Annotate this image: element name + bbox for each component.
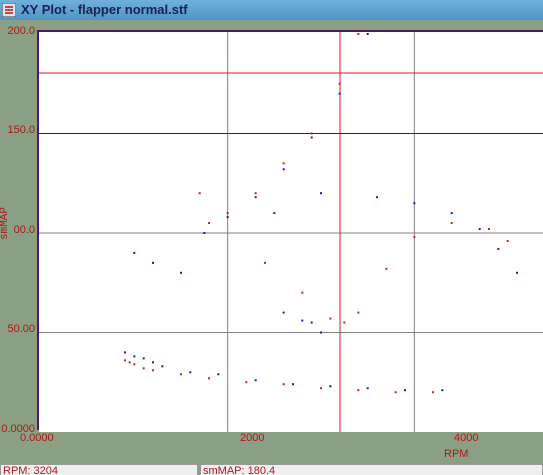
x-tick-label: 0.0000	[20, 432, 54, 444]
data-point-red	[128, 361, 131, 364]
data-point-red	[180, 373, 182, 376]
data-point-blue	[152, 261, 154, 264]
data-point-blue	[310, 321, 313, 324]
data-point-red	[245, 381, 248, 384]
data-point-blue	[254, 196, 257, 199]
data-point-blue	[497, 247, 500, 250]
data-point-blue	[320, 192, 322, 195]
data-point-red	[385, 267, 388, 270]
x-tick-label: 4000	[454, 432, 479, 444]
data-point-blue	[254, 379, 257, 382]
data-point-blue	[217, 373, 220, 376]
title-bar[interactable]: XY Plot - flapper normal.stf	[0, 0, 543, 20]
data-point-red	[488, 228, 490, 231]
x-axis-label: RPM	[444, 448, 469, 460]
data-point-red	[301, 291, 304, 294]
data-point-red	[394, 391, 397, 394]
plot-background	[39, 32, 543, 432]
y-axis-label: smMAP	[0, 206, 11, 240]
data-point-red	[506, 239, 509, 242]
data-point-blue	[366, 33, 369, 35]
status-bar: RPM: 3204 smMAP: 180.4	[0, 464, 543, 475]
data-point-red	[338, 82, 341, 85]
data-point-red	[320, 387, 322, 390]
data-point-blue	[320, 331, 322, 334]
data-point-blue	[282, 168, 285, 171]
data-point-blue	[338, 92, 341, 95]
data-point-red	[413, 235, 416, 238]
data-point-red	[357, 389, 360, 392]
status-smmap: smMAP: 180.4	[200, 464, 543, 475]
y-tick-label: 00.0	[13, 224, 35, 236]
data-point-red	[343, 321, 346, 324]
data-point-blue	[203, 232, 206, 234]
status-rpm: RPM: 3204	[0, 464, 198, 475]
data-point-blue	[180, 271, 182, 274]
data-point-blue	[366, 387, 369, 390]
y-tick-label: 50.00	[7, 323, 35, 335]
data-point-blue	[161, 365, 164, 368]
data-point-blue	[413, 202, 416, 205]
data-point-blue	[273, 212, 276, 215]
data-point-red	[310, 132, 313, 135]
data-point-blue	[450, 212, 453, 215]
y-tick-label: 150.0	[7, 124, 35, 136]
data-point-blue	[133, 355, 136, 358]
data-point-blue	[301, 319, 304, 322]
data-point-blue	[329, 385, 332, 388]
data-point-blue	[226, 216, 229, 219]
data-point-blue	[152, 361, 154, 364]
list-icon[interactable]	[2, 3, 16, 17]
data-point-blue	[376, 196, 378, 199]
data-point-blue	[142, 357, 145, 360]
data-point-red	[226, 212, 229, 215]
data-point-red	[254, 192, 257, 195]
data-point-red	[142, 367, 145, 370]
data-point-red	[450, 222, 453, 225]
data-point-red	[198, 192, 201, 195]
data-point-red	[124, 359, 126, 362]
data-point-blue	[292, 383, 294, 386]
data-point-red	[432, 391, 434, 394]
data-point-red	[357, 311, 360, 314]
y-tick-label: 200.0	[7, 25, 35, 37]
data-point-blue	[310, 136, 313, 139]
data-point-blue	[441, 389, 444, 392]
data-point-blue	[404, 389, 406, 392]
plot-canvas[interactable]	[39, 32, 543, 432]
data-point-red	[208, 222, 210, 225]
data-point-red	[357, 33, 360, 35]
x-tick-label: 2000	[240, 432, 265, 444]
data-point-red	[282, 162, 285, 165]
data-point-blue	[282, 311, 285, 314]
data-point-red	[264, 261, 266, 264]
data-point-blue	[133, 251, 136, 254]
data-point-red	[133, 363, 136, 366]
data-point-blue	[478, 228, 481, 231]
data-point-blue	[516, 271, 518, 274]
plot-area[interactable]	[37, 30, 543, 432]
data-point-blue	[189, 371, 192, 374]
data-point-red	[282, 383, 285, 386]
window-title: XY Plot - flapper normal.stf	[21, 2, 188, 17]
data-point-red	[152, 369, 154, 372]
data-point-red	[329, 317, 332, 320]
data-point-red	[208, 377, 210, 380]
data-point-blue	[124, 351, 126, 354]
